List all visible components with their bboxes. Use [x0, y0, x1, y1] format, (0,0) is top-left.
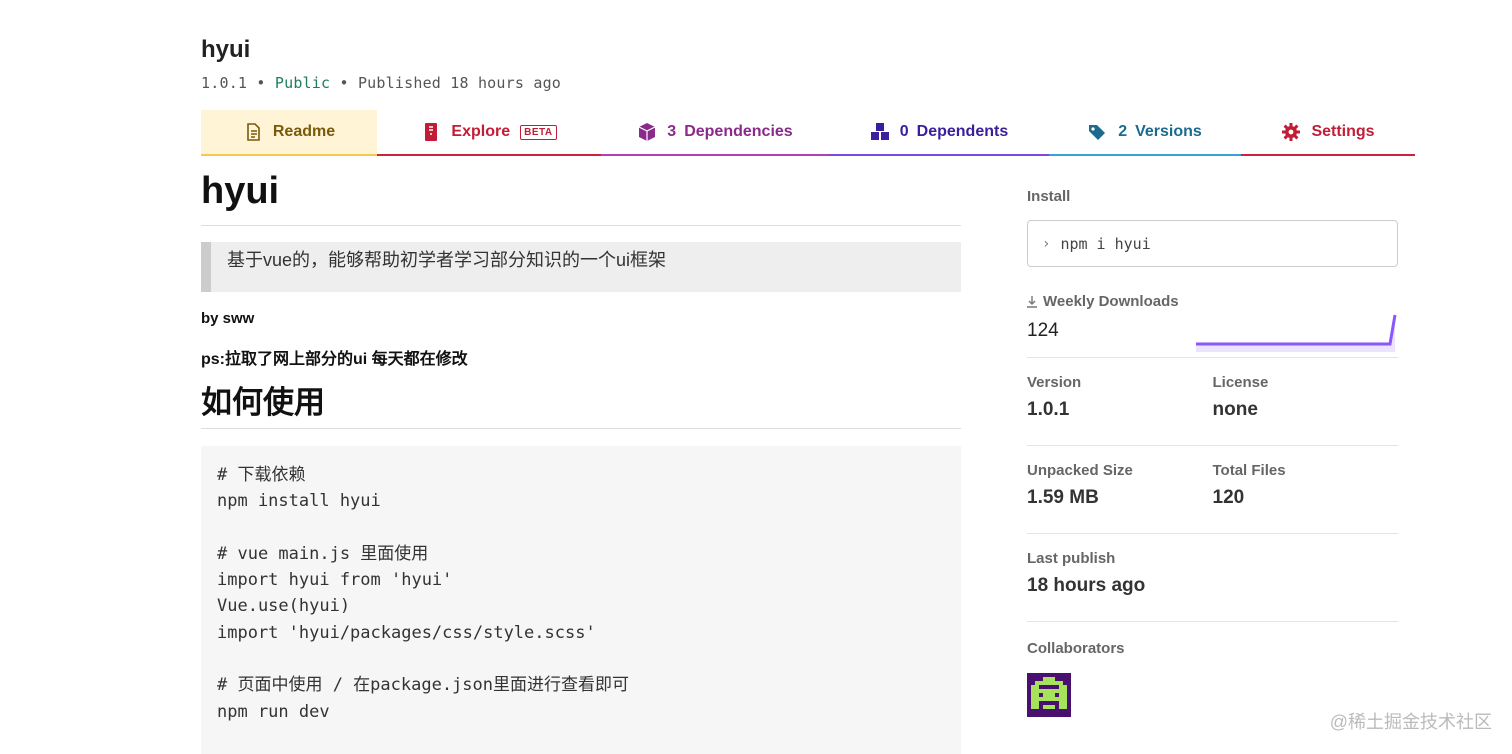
package-sidebar: Install › npm i hyui Weekly Downloads 12… [1027, 188, 1398, 722]
prompt-chevron-icon: › [1042, 235, 1051, 252]
weekly-downloads-row: 124 [1027, 310, 1398, 358]
package-name: hyui [201, 36, 251, 63]
license-value: none [1212, 399, 1258, 420]
unpacked-size-value: 1.59 MB [1027, 487, 1099, 508]
tab-dependencies[interactable]: 3 Dependencies [601, 110, 829, 156]
readme-blockquote: 基于vue的，能够帮助初学者学习部分知识的一个ui框架 [201, 242, 961, 292]
readme-byline: by sww [201, 310, 255, 327]
tab-readme-label: Readme [272, 123, 336, 140]
flask-icon [425, 123, 438, 141]
boxes-icon [870, 123, 889, 140]
box-icon [639, 123, 656, 141]
readme-title: hyui [201, 170, 961, 226]
downloads-sparkline[interactable] [1196, 310, 1398, 352]
weekly-downloads-value: 124 [1027, 320, 1059, 341]
tab-settings[interactable]: Settings [1241, 110, 1415, 156]
last-publish-value: 18 hours ago [1027, 575, 1146, 596]
collaborator-avatar[interactable] [1027, 673, 1071, 717]
tags-icon [1089, 125, 1106, 140]
versions-count: 2 [1118, 123, 1128, 140]
package-stats: Version 1.0.1 License none Unpacked Size… [1027, 358, 1398, 622]
stat-unpacked-size: Unpacked Size 1.59 MB [1027, 446, 1213, 534]
stat-total-files: Total Files 120 [1212, 446, 1398, 534]
code-block: # 下载依赖 npm install hyui # vue main.js 里面… [201, 446, 961, 754]
readme-ps-note: ps:拉取了网上部分的ui 每天都在修改 [201, 351, 468, 368]
total-files-value: 120 [1212, 487, 1245, 508]
package-version: 1.0.1 [201, 74, 248, 92]
package-visibility: Public [274, 74, 331, 92]
tab-dependents-label: Dependents [916, 123, 1009, 140]
collaborators-label: Collaborators [1027, 640, 1125, 657]
beta-badge: BETA [520, 124, 557, 140]
collaborators-section: Collaborators [1027, 622, 1398, 722]
tab-versions[interactable]: 2 Versions [1049, 110, 1241, 156]
watermark: @稀土掘金技术社区 [1329, 712, 1492, 732]
readme-content: hyui 基于vue的，能够帮助初学者学习部分知识的一个ui框架 by sww … [201, 170, 961, 754]
meta-separator: • [256, 74, 266, 92]
package-meta: 1.0.1 • Public • Published 18 hours ago [201, 74, 561, 92]
dependencies-count: 3 [667, 123, 677, 140]
tab-explore[interactable]: Explore BETA [377, 110, 601, 156]
tab-dependencies-label: Dependencies [684, 123, 793, 140]
license-label: License [1212, 374, 1269, 391]
version-label: Version [1027, 374, 1082, 391]
install-command-box[interactable]: › npm i hyui [1027, 220, 1398, 267]
document-icon [247, 123, 260, 141]
tab-readme[interactable]: Readme [201, 110, 377, 156]
unpacked-size-label: Unpacked Size [1027, 462, 1133, 479]
dependents-count: 0 [899, 123, 909, 140]
package-published: Published 18 hours ago [357, 74, 562, 92]
stat-last-publish: Last publish 18 hours ago [1027, 534, 1398, 622]
stat-version: Version 1.0.1 [1027, 358, 1213, 446]
install-command: npm i hyui [1060, 234, 1151, 253]
package-tabs: Readme Explore BETA 3 Dependencies 0 Dep… [201, 110, 1415, 156]
tab-explore-label: Explore [451, 123, 511, 140]
tab-settings-label: Settings [1311, 123, 1375, 140]
version-value: 1.0.1 [1027, 399, 1070, 420]
tab-dependents[interactable]: 0 Dependents [829, 110, 1049, 156]
meta-separator: • [339, 74, 349, 92]
last-publish-label: Last publish [1027, 550, 1116, 567]
gear-icon [1282, 123, 1301, 141]
download-icon [1027, 295, 1037, 308]
tab-versions-label: Versions [1135, 123, 1202, 140]
stat-license: License none [1212, 358, 1398, 446]
total-files-label: Total Files [1212, 462, 1286, 479]
readme-usage-heading: 如何使用 [201, 377, 961, 429]
install-label: Install [1027, 188, 1071, 205]
weekly-downloads-label: Weekly Downloads [1027, 293, 1398, 310]
weekly-downloads-text: Weekly Downloads [1043, 293, 1179, 310]
